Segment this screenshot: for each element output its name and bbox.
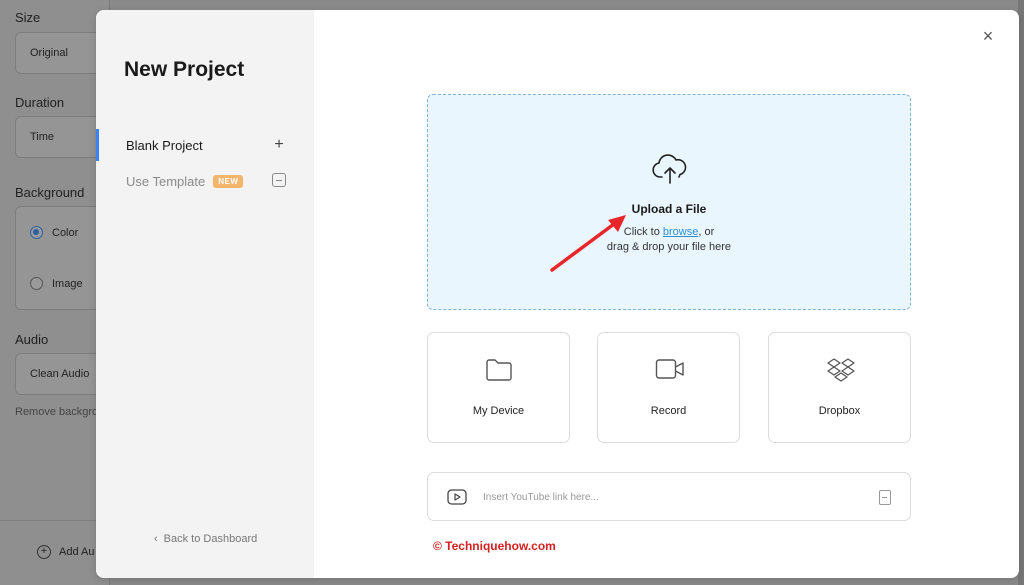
- dropbox-card[interactable]: Dropbox: [768, 332, 911, 443]
- sidebar-item-label: Use Template: [126, 173, 206, 189]
- radio-unchecked-icon: [30, 277, 43, 290]
- back-link-label: Back to Dashboard: [163, 533, 258, 545]
- watermark: © Techniquehow.com: [433, 539, 556, 553]
- add-audio-button[interactable]: + Add Au: [37, 545, 94, 559]
- new-badge: NEW: [213, 174, 244, 188]
- upload-dropzone[interactable]: Upload a File Click to browse, or drag &…: [427, 94, 911, 310]
- browse-link[interactable]: browse: [663, 226, 698, 238]
- duration-select-value: Time: [30, 131, 55, 143]
- modal-sidebar: New Project Blank Project + Use Template…: [96, 10, 314, 578]
- duration-select[interactable]: Time: [15, 116, 105, 158]
- dropbox-icon: [827, 358, 855, 382]
- radio-checked-icon: [30, 226, 43, 239]
- add-audio-label: Add Au: [59, 546, 95, 558]
- background-heading: Background: [15, 185, 85, 200]
- audio-heading: Audio: [15, 332, 49, 347]
- background-options: Color Image: [15, 206, 105, 310]
- audio-select-value: Clean Audio: [30, 368, 90, 380]
- plus-circle-icon: +: [37, 545, 51, 559]
- my-device-card[interactable]: My Device: [427, 332, 570, 443]
- youtube-link-input[interactable]: [483, 487, 863, 507]
- bg-option-color[interactable]: Color: [30, 226, 78, 239]
- modal-title: New Project: [124, 58, 245, 81]
- back-to-dashboard-link[interactable]: ‹ Back to Dashboard: [154, 533, 257, 545]
- new-project-modal: New Project Blank Project + Use Template…: [96, 10, 1019, 578]
- upload-line-suffix: , or: [698, 226, 715, 238]
- card-label: My Device: [472, 405, 525, 417]
- sidebar-item-blank-project[interactable]: Blank Project +: [96, 129, 314, 161]
- template-icon: [272, 173, 286, 187]
- close-icon[interactable]: ×: [979, 27, 997, 45]
- bg-option-color-label: Color: [52, 226, 79, 239]
- audio-select[interactable]: Clean Audio: [15, 353, 105, 395]
- youtube-play-icon: [447, 489, 467, 505]
- record-card[interactable]: Record: [597, 332, 740, 443]
- sidebar-item-label: Blank Project: [126, 137, 203, 153]
- cloud-upload-icon: [652, 154, 687, 184]
- bg-option-image-label: Image: [52, 277, 83, 290]
- video-camera-icon: [655, 359, 684, 379]
- chevron-left-icon: ‹: [154, 533, 158, 545]
- paste-icon[interactable]: [879, 490, 891, 505]
- card-label: Record: [650, 405, 687, 417]
- plus-icon: +: [274, 136, 284, 153]
- card-label: Dropbox: [818, 405, 861, 417]
- folder-icon: [486, 359, 512, 381]
- sidebar-item-use-template[interactable]: Use Template NEW: [96, 165, 314, 197]
- duration-heading: Duration: [15, 95, 65, 110]
- size-select-value: Original: [30, 47, 68, 59]
- background-settings-panel: Size Original Duration Time Background C…: [0, 0, 110, 585]
- youtube-link-field: [427, 472, 911, 521]
- audio-hint: Remove backgro: [15, 406, 99, 418]
- size-select[interactable]: Original: [15, 32, 105, 74]
- bg-option-image[interactable]: Image: [30, 277, 83, 290]
- upload-instructions: Click to browse, or drag & drop your fil…: [428, 225, 910, 255]
- upload-title: Upload a File: [631, 202, 707, 216]
- annotation-arrow-icon: [550, 215, 626, 272]
- size-heading: Size: [15, 10, 41, 25]
